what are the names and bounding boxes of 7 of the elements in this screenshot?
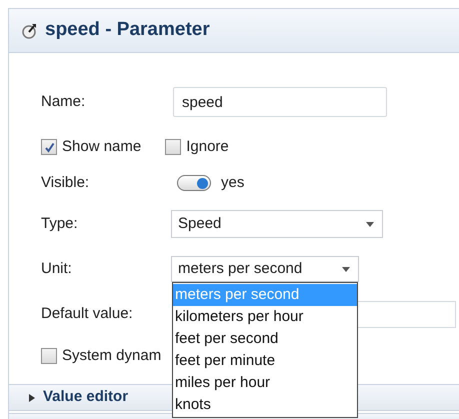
panel-title: speed - Parameter xyxy=(45,18,210,42)
field-label: Type: xyxy=(41,214,79,234)
toggle-value: yes xyxy=(221,172,244,193)
field-label: Visible: xyxy=(41,172,90,193)
field-label: Default value: xyxy=(41,304,134,324)
field-label: Name: xyxy=(41,92,86,112)
field-label: Unit: xyxy=(41,258,73,279)
